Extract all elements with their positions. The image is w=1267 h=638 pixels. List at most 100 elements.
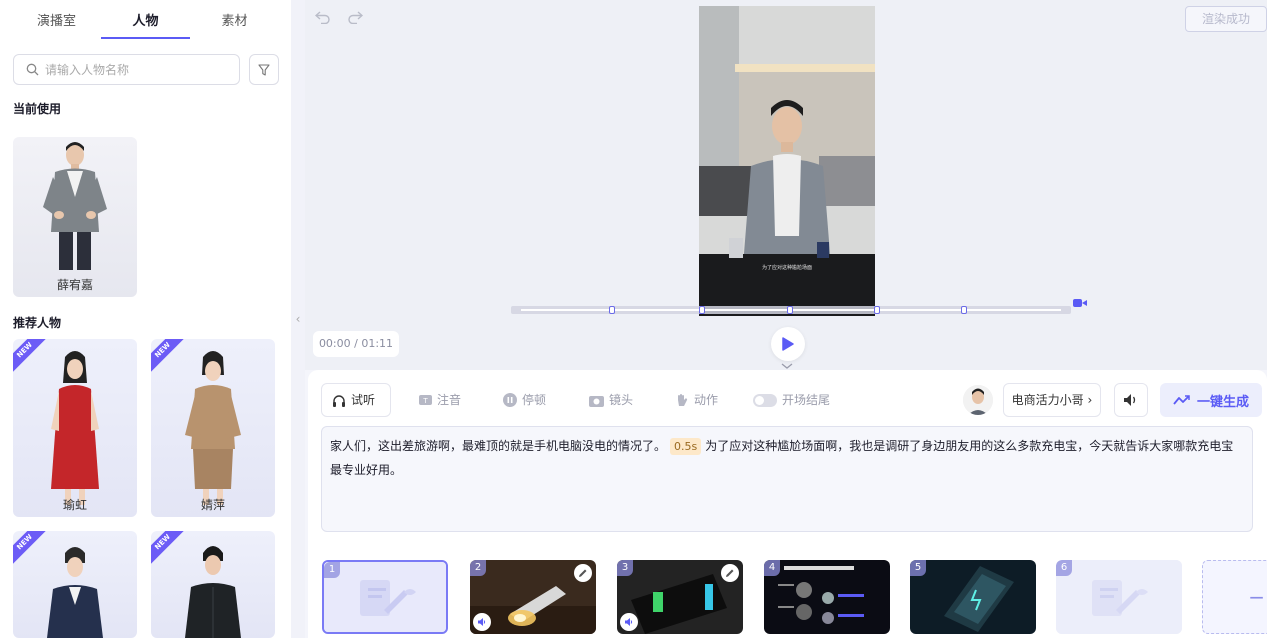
note-label: 注音 [437,393,462,407]
time-display: 00:00 / 01:11 [313,331,399,357]
scene-thumbnail[interactable]: 5 [910,560,1036,634]
timeline-node[interactable] [874,306,880,314]
pencil-icon [579,569,587,577]
add-scene-button[interactable]: − [1202,560,1267,634]
person-figure [43,142,107,270]
person-figure [47,547,103,638]
scene-placeholder-image [1056,560,1182,634]
script-textarea[interactable]: 家人们，这出差旅游啊，最难顶的就是手机电脑没电的情况了。 0.5s 为了应对这种尴尬… [321,426,1253,532]
pause-tag[interactable]: 0.5s [670,438,702,455]
note-button[interactable]: T 注音 [419,383,461,417]
filter-button[interactable] [249,54,279,85]
editor-toolbar: 试听 T 注音 停顿 镜头 动作 开场结尾 电商活力小哥 › 一键生成 [321,383,1262,417]
filter-icon [258,63,270,76]
timeline-node[interactable] [699,306,705,314]
opening-ending-toggle[interactable]: 开场结尾 [753,383,830,417]
camera-marker-button[interactable] [1073,298,1093,314]
script-text: 家人们，这出差旅游啊，最难顶的就是手机电脑没电的情况了。 [330,439,667,453]
scene-number: 4 [764,560,780,576]
volume-button[interactable] [1114,383,1148,417]
edit-scene-button[interactable] [574,564,592,582]
camera-button[interactable]: 镜头 [589,383,633,417]
left-panel: 演播室 人物 素材 当前使用 薛宥嘉 推荐人物 [0,0,291,638]
svg-text:T: T [422,397,428,405]
scene-thumbnail[interactable]: 3 [617,560,743,634]
pause-icon [503,393,517,407]
current-section-title: 当前使用 [13,102,62,116]
chevron-left-icon: ‹ [295,312,301,326]
video-subtitle: 为了应对这种尴尬场面 [761,265,812,271]
scene-audio-button[interactable] [473,613,491,631]
voice-label: 电商活力小哥 [1011,393,1084,407]
person-name: 瑜虹 [62,498,87,512]
person-figure [51,351,99,505]
person-card[interactable]: NEW [13,531,137,638]
action-label: 动作 [694,393,719,407]
tab-studio[interactable]: 演播室 [12,0,101,44]
timeline-node[interactable] [787,306,793,314]
person-card[interactable]: NEW 瑜虹 [13,339,137,517]
scene-timeline[interactable] [511,302,1071,316]
scene-number: 2 [470,560,486,576]
opening-ending-label: 开场结尾 [782,393,831,407]
person-card[interactable]: NEW 婧萍 [151,339,275,517]
search-icon [26,63,39,76]
search-box[interactable] [13,54,240,85]
scene-thumbnail[interactable]: 1 [322,560,448,634]
speaker-icon [625,618,633,626]
plus-icon: − [1248,585,1265,609]
edit-scene-button[interactable] [721,564,739,582]
person-name: 婧萍 [200,498,225,512]
scene-strip: 1 2 3 4 5 6 − [322,560,1267,634]
video-camera-icon [1073,299,1087,307]
video-preview: 为了应对这种尴尬场面 [699,6,875,316]
play-icon [782,337,794,351]
scene-number: 5 [910,560,926,576]
scene-thumbnail[interactable]: 4 [764,560,890,634]
redo-icon[interactable] [347,10,363,24]
scene-image [910,560,1036,634]
voice-selector[interactable]: 电商活力小哥 › [1003,383,1101,417]
scene-number: 6 [1056,560,1072,576]
toggle-switch[interactable] [753,393,777,407]
one-click-generate-button[interactable]: 一键生成 [1160,383,1262,417]
undo-icon[interactable] [315,10,331,24]
pencil-icon [726,569,734,577]
scene-thumbnail[interactable]: 2 [470,560,596,634]
note-icon: T [419,394,432,405]
pause-button[interactable]: 停顿 [503,383,546,417]
script-editor: 试听 T 注音 停顿 镜头 动作 开场结尾 电商活力小哥 › 一键生成 家人们，… [308,370,1267,638]
chevron-down-icon[interactable] [780,363,794,370]
timeline-node[interactable] [609,306,615,314]
current-person-card[interactable]: 薛宥嘉 [13,137,137,297]
search-input[interactable] [45,62,225,77]
scene-number: 3 [617,560,633,576]
scene-thumbnail[interactable]: 6 [1056,560,1182,634]
listen-button[interactable]: 试听 [321,383,391,417]
avatar-image [963,385,993,415]
scene-placeholder-image [324,562,446,632]
play-button[interactable] [771,327,805,361]
recommended-section-title: 推荐人物 [13,316,62,330]
pause-label: 停顿 [522,393,547,407]
generate-label: 一键生成 [1196,394,1249,410]
speaker-icon [1124,394,1136,406]
timeline-node[interactable] [961,306,967,314]
camera-icon [589,395,604,407]
render-status-button[interactable]: 渲染成功 [1185,6,1267,32]
person-figure [185,351,241,505]
person-card[interactable]: NEW [151,531,275,638]
current-person-name: 薛宥嘉 [56,278,93,292]
person-figure [185,546,241,638]
panel-tabs: 演播室 人物 素材 [0,0,291,44]
tab-material[interactable]: 素材 [190,0,279,44]
scene-audio-button[interactable] [620,613,638,631]
speaker-icon [478,618,486,626]
headphone-icon [333,394,345,407]
collapse-panel-button[interactable]: ‹ [291,0,305,638]
listen-label: 试听 [351,393,376,407]
scene-number: 1 [324,562,340,578]
camera-label: 镜头 [609,393,634,407]
tab-person[interactable]: 人物 [101,0,190,44]
action-button[interactable]: 动作 [675,383,718,417]
